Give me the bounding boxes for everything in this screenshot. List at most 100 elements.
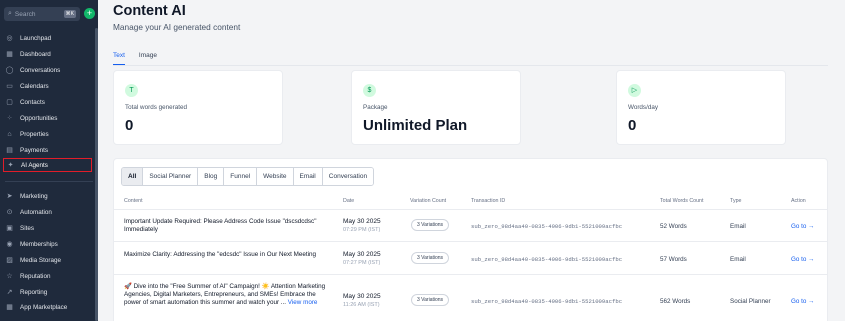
row-date: May 30 2025 07:29 PM (IST) <box>343 218 381 233</box>
sidebar-item-payments[interactable]: ▤ Payments <box>5 143 93 157</box>
words-day-icon: ▷ <box>628 84 641 97</box>
variation-count-badge[interactable]: 3 Variations <box>411 219 450 231</box>
view-more-link[interactable]: View more <box>288 299 318 306</box>
sidebar-item-calendars[interactable]: ▭ Calendars <box>5 79 93 93</box>
sidebar-item-automation[interactable]: ⊙ Automation <box>5 205 93 219</box>
sidebar-item-label: Contacts <box>20 98 45 106</box>
payments-icon: ▤ <box>6 147 13 154</box>
column-header-action: Action <box>791 198 806 204</box>
row-date-value: May 30 2025 <box>343 251 381 258</box>
table-row: Maximize Clarity: Addressing the "edcsdc… <box>114 241 827 274</box>
table-header: Content Date Variation Count Transaction… <box>114 194 827 208</box>
row-variations: 3 Variations <box>411 219 450 231</box>
automation-icon: ⊙ <box>6 209 13 216</box>
filter-blog[interactable]: Blog <box>198 168 225 185</box>
calendar-icon: ▭ <box>6 83 13 90</box>
go-to-link[interactable]: Go to → <box>791 256 814 263</box>
sidebar-item-dashboard[interactable]: ▦ Dashboard <box>5 47 93 61</box>
row-date-value: May 30 2025 <box>343 218 381 225</box>
dollar-icon: $ <box>363 84 376 97</box>
sidebar-item-contacts[interactable]: ▢ Contacts <box>5 95 93 109</box>
sidebar-item-label: App Marketplace <box>20 303 68 311</box>
sidebar-item-label: Reporting <box>20 288 48 296</box>
page-subtitle: Manage your AI generated content <box>113 22 241 32</box>
row-content: Important Update Required: Please Addres… <box>124 218 317 234</box>
column-header-content: Content <box>124 198 143 204</box>
row-variations: 3 Variations <box>411 252 450 264</box>
row-date: May 30 2025 07:27 PM (IST) <box>343 251 381 266</box>
variation-count-badge[interactable]: 3 Variations <box>411 252 450 264</box>
sidebar-item-opportunities[interactable]: ⁘ Opportunities <box>5 111 93 125</box>
sidebar-item-media-storage[interactable]: ▨ Media Storage <box>5 253 93 267</box>
tab-text[interactable]: Text <box>113 52 125 65</box>
stat-value: Unlimited Plan <box>363 117 468 134</box>
filter-website[interactable]: Website <box>257 168 294 185</box>
stat-card-words-day: ▷ Words/day 0 <box>616 70 786 145</box>
sidebar-item-memberships[interactable]: ◉ Memberships <box>5 237 93 251</box>
sidebar-item-label: AI Agents <box>21 161 48 169</box>
stat-card-package: $ Package Unlimited Plan <box>351 70 521 145</box>
sidebar-item-ai-agents[interactable]: ✦ AI Agents <box>3 158 92 172</box>
opportunities-icon: ⁘ <box>6 115 13 122</box>
sidebar: ⌕ Search ⌘K + ◎ Launchpad ▦ Dashboard ◯ Con… <box>0 0 98 321</box>
row-variations: 3 Variations <box>411 294 450 306</box>
row-transaction-id: sub_zero_98d4aa40-0835-4906-9db1-5521009… <box>471 223 623 230</box>
main-content: Content AI Manage your AI generated cont… <box>98 0 845 321</box>
row-content: 🚀 Dive into the "Free Summer of AI" Camp… <box>124 283 329 308</box>
column-header-transaction: Transaction ID <box>471 198 506 204</box>
send-icon: ➤ <box>6 193 13 200</box>
sidebar-item-app-marketplace[interactable]: ▦ App Marketplace <box>5 300 93 314</box>
page-title: Content AI <box>113 3 186 19</box>
sidebar-item-label: Dashboard <box>20 50 51 58</box>
sidebar-item-properties[interactable]: ⌂ Properties <box>5 127 93 141</box>
stat-label: Total words generated <box>125 104 187 111</box>
stat-label: Package <box>363 104 388 111</box>
column-header-date: Date <box>343 198 355 204</box>
sidebar-item-label: Opportunities <box>20 114 58 122</box>
star-icon: ☆ <box>6 273 13 280</box>
variation-count-badge[interactable]: 3 Variations <box>411 294 450 306</box>
marketplace-icon: ▦ <box>6 304 13 311</box>
memberships-icon: ◉ <box>6 241 13 248</box>
content-tabs: Text Image <box>113 52 157 65</box>
sidebar-item-launchpad[interactable]: ◎ Launchpad <box>5 31 93 45</box>
filter-funnel[interactable]: Funnel <box>224 168 258 185</box>
home-icon: ⌂ <box>7 130 12 138</box>
row-word-count: 52 Words <box>660 223 687 230</box>
row-type: Email <box>730 256 746 263</box>
sidebar-item-label: Automation <box>20 208 52 216</box>
sidebar-item-label: Payments <box>20 146 48 154</box>
search-input[interactable]: ⌕ Search ⌘K <box>4 7 80 21</box>
reporting-icon: ↗ <box>6 289 13 296</box>
search-icon: ⌕ <box>8 10 12 17</box>
row-content: Maximize Clarity: Addressing the "edcsdc… <box>124 251 317 258</box>
filter-conversation[interactable]: Conversation <box>322 168 374 185</box>
row-type: Email <box>730 223 746 230</box>
sidebar-item-label: Memberships <box>20 240 58 248</box>
filter-all[interactable]: All <box>122 168 144 185</box>
table-row: Important Update Required: Please Addres… <box>114 209 827 241</box>
column-header-type: Type <box>730 198 742 204</box>
sidebar-item-label: Media Storage <box>20 256 61 264</box>
sidebar-item-sites[interactable]: ▣ Sites <box>5 221 93 235</box>
sites-icon: ▣ <box>6 225 13 232</box>
go-to-link[interactable]: Go to → <box>791 298 814 305</box>
search-shortcut: ⌘K <box>63 10 76 18</box>
stat-label: Words/day <box>628 104 658 111</box>
sidebar-item-marketing[interactable]: ➤ Marketing <box>5 189 93 203</box>
column-header-words: Total Words Count <box>660 198 704 204</box>
sidebar-item-label: Sites <box>20 224 34 232</box>
sidebar-item-label: Conversations <box>20 66 61 74</box>
sidebar-item-conversations[interactable]: ◯ Conversations <box>5 63 93 77</box>
tab-image[interactable]: Image <box>139 52 157 65</box>
contacts-icon: ▢ <box>6 99 13 106</box>
sidebar-item-reporting[interactable]: ↗ Reporting <box>5 285 93 299</box>
filter-social-planner[interactable]: Social Planner <box>143 168 199 185</box>
filter-email[interactable]: Email <box>293 168 323 185</box>
chat-icon: ◯ <box>5 67 14 74</box>
ai-agents-icon: ✦ <box>7 162 14 169</box>
sidebar-item-reputation[interactable]: ☆ Reputation <box>5 269 93 283</box>
quick-add-button[interactable]: + <box>84 8 95 19</box>
row-date: May 30 2025 11:26 AM (IST) <box>343 293 381 308</box>
go-to-link[interactable]: Go to → <box>791 223 814 230</box>
